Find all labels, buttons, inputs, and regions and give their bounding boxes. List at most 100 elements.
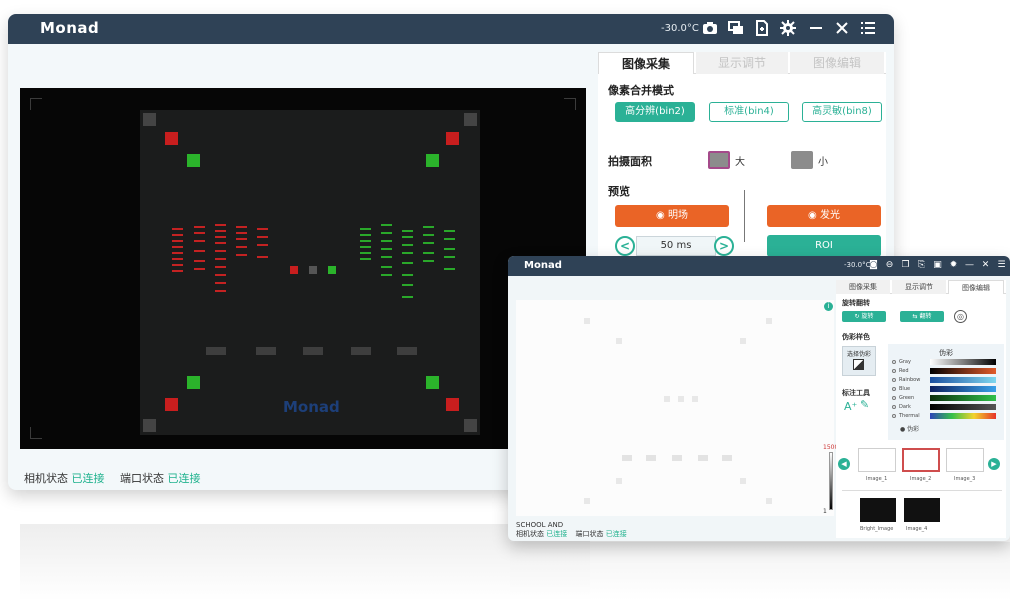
tab-bar: 图像采集 显示调节 图像编辑 — [836, 280, 1006, 294]
exposure-decrease-button[interactable]: < — [615, 236, 635, 256]
gray-band — [722, 455, 732, 461]
roi-button[interactable]: ROI — [767, 235, 881, 257]
thumbnail[interactable] — [946, 448, 984, 472]
tab-edit[interactable]: 图像编辑 — [790, 52, 884, 74]
thumbnail[interactable] — [858, 448, 896, 472]
palette-item-label: Rainbow — [899, 377, 921, 383]
tab-display[interactable]: 显示调节 — [892, 280, 946, 294]
palette-item-label: Red — [899, 368, 909, 374]
bin8-button[interactable]: 高灵敏(bin8) — [802, 102, 882, 122]
area-large-swatch[interactable] — [708, 151, 730, 169]
marker-square — [309, 266, 317, 274]
bin4-button[interactable]: 标准(bin4) — [709, 102, 789, 122]
marker-square — [740, 478, 746, 484]
list-icon[interactable]: ☰ — [996, 259, 1007, 272]
area-small-swatch[interactable] — [791, 151, 813, 169]
minimize-icon[interactable]: — — [964, 259, 975, 272]
palette-mode-label: 选择伪彩 — [846, 351, 871, 358]
thumbnail-label: Image_1 — [866, 476, 888, 482]
marker-square — [143, 113, 156, 126]
blot-band — [423, 234, 434, 236]
thumb-next-button[interactable]: ▶ — [988, 458, 1000, 470]
windows-icon[interactable]: ❐ — [900, 259, 911, 272]
palette-item[interactable]: Gray — [892, 358, 1002, 366]
blot-band — [194, 250, 205, 252]
rotate-button[interactable]: ↻ 旋转 — [842, 311, 886, 322]
gallery-icon[interactable]: ⊖ — [884, 259, 895, 272]
thumbnail-dark[interactable] — [904, 498, 940, 522]
gray-band — [303, 347, 323, 355]
palette-item[interactable]: Blue — [892, 385, 1002, 393]
tab-capture[interactable]: 图像采集 — [836, 280, 890, 294]
window-reflection-2 — [510, 542, 1010, 601]
blot-band — [257, 228, 268, 230]
thumbnail-selected[interactable] — [902, 448, 940, 472]
camera-icon[interactable]: ◙ — [868, 259, 879, 272]
blot-band — [172, 252, 183, 254]
palette-item[interactable]: Dark — [892, 403, 1002, 411]
flip-button[interactable]: ⇆ 翻转 — [900, 311, 944, 322]
image-viewport[interactable]: Monad — [20, 88, 586, 449]
info-icon[interactable]: i — [824, 302, 833, 311]
temperature-readout: -30.0°C — [844, 261, 871, 269]
blot-band — [236, 246, 247, 248]
chemi-button[interactable]: ◉ 发光 — [767, 205, 881, 227]
camera-status-label: 相机状态 — [24, 472, 68, 485]
palette-mode-button[interactable]: 选择伪彩 — [842, 346, 876, 376]
marker-tool-icon[interactable]: ✎ — [860, 398, 869, 411]
blot-band — [194, 268, 205, 270]
exposure-increase-button[interactable]: > — [714, 236, 734, 256]
text-tool-icon[interactable]: A⁺ — [844, 400, 857, 413]
marker-square — [464, 113, 477, 126]
marker-square — [446, 398, 459, 411]
divider — [842, 490, 1002, 491]
palette-item[interactable]: Rainbow — [892, 376, 1002, 384]
palette-item-label: Gray — [899, 359, 911, 365]
blot-band — [423, 260, 434, 262]
thumbnail-dark[interactable] — [860, 498, 896, 522]
blot-band — [194, 240, 205, 242]
list-icon[interactable] — [860, 20, 876, 36]
palette-item[interactable]: Red — [892, 367, 1002, 375]
export-icon[interactable] — [754, 20, 770, 36]
marker-square — [616, 478, 622, 484]
blot-band — [360, 258, 371, 260]
blot-band — [381, 240, 392, 242]
blot-band — [257, 244, 268, 246]
blot-band — [423, 226, 434, 228]
marker-square — [766, 318, 772, 324]
tab-display[interactable]: 显示调节 — [696, 52, 788, 74]
camera-icon[interactable] — [702, 20, 718, 36]
image-viewport[interactable]: i 1500 1 — [516, 300, 838, 516]
thumb-prev-button[interactable]: ◀ — [838, 458, 850, 470]
brightfield-button[interactable]: ◉ 明场 — [615, 205, 729, 227]
tab-capture[interactable]: 图像采集 — [598, 52, 694, 74]
palette-gradient — [930, 386, 996, 392]
close-icon[interactable]: ✕ — [980, 259, 991, 272]
blot-band — [172, 228, 183, 230]
windows-icon[interactable] — [728, 20, 744, 36]
area-title: 拍摄面积 — [608, 155, 652, 168]
plate-logo: Monad — [283, 398, 340, 416]
corner-mark — [30, 427, 42, 439]
corner-mark — [30, 98, 42, 110]
palette-item[interactable]: Thermal — [892, 412, 1002, 420]
gray-band — [672, 455, 682, 461]
blot-band — [444, 230, 455, 232]
exit-icon[interactable]: ▣ — [932, 259, 943, 272]
close-icon[interactable] — [834, 20, 850, 36]
palette-item[interactable]: Green — [892, 394, 1002, 402]
gear-icon[interactable] — [780, 20, 796, 36]
minimize-icon[interactable] — [808, 20, 824, 36]
exposure-field[interactable]: 50 ms — [636, 236, 716, 256]
gear-icon[interactable]: ✹ — [948, 259, 959, 272]
radio-icon — [892, 396, 896, 400]
blot-band — [236, 254, 247, 256]
settings-icon[interactable]: ◎ — [954, 310, 967, 323]
export-icon[interactable]: ⎘ — [916, 259, 927, 272]
gray-band — [698, 455, 708, 461]
marker-square — [740, 338, 746, 344]
tab-edit[interactable]: 图像编辑 — [948, 280, 1004, 294]
bin2-button[interactable]: 高分辨(bin2) — [615, 102, 695, 122]
marker-square — [692, 396, 698, 402]
